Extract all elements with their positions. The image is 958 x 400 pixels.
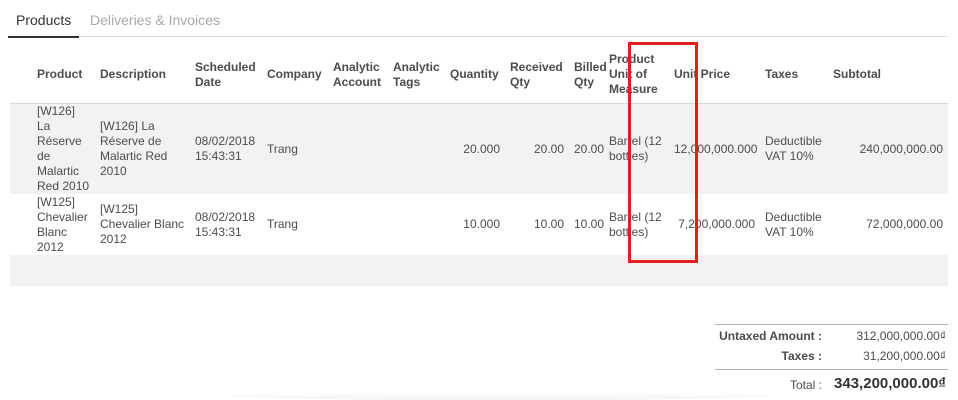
table-header-row: Product Description Scheduled Date Compa… [10, 46, 948, 104]
total-label: Total : [789, 378, 822, 392]
empty-row [10, 255, 948, 286]
column-header-quantity[interactable]: Quantity [445, 46, 505, 104]
cell-description: [W125] Chevalier Blanc 2012 [95, 194, 190, 255]
column-header-analytic-tags[interactable]: Analytic Tags [388, 46, 445, 104]
cell-unit-price: 12,000,000.000 [669, 103, 760, 194]
cell-analytic-account [328, 103, 388, 194]
cell-company: Trang [262, 103, 328, 194]
cell-subtotal: 240,000,000.00 [828, 103, 948, 194]
column-header-product[interactable]: Product [10, 46, 95, 104]
order-lines-table: Product Description Scheduled Date Compa… [10, 46, 948, 286]
purchase-order-lines: Products Deliveries & Invoices Product D… [0, 0, 958, 400]
cell-unit-price: 7,200,000.000 [669, 194, 760, 255]
cell-analytic-tags [388, 194, 445, 255]
empty-cell [10, 255, 948, 286]
cell-subtotal: 72,000,000.00 [828, 194, 948, 255]
column-header-analytic-account[interactable]: Analytic Account [328, 46, 388, 104]
cell-quantity: 20.000 [445, 103, 505, 194]
taxes-label: Taxes : [781, 349, 822, 363]
cell-description: [W126] La Réserve de Malartic Red 2010 [95, 103, 190, 194]
bottom-shadow [230, 392, 770, 400]
cell-product: [W125] Chevalier Blanc 2012 [10, 194, 95, 255]
cell-scheduled-date: 08/02/2018 15:43:31 [190, 103, 262, 194]
column-header-billed-qty[interactable]: Billed Qty [569, 46, 607, 104]
untaxed-amount-row: Untaxed Amount : 312,000,000.00₫ [715, 325, 948, 345]
totals-summary: Untaxed Amount : 312,000,000.00₫ Taxes :… [715, 324, 948, 396]
tab-products[interactable]: Products [8, 12, 80, 38]
column-header-uom[interactable]: Product Unit of Measure [604, 46, 669, 104]
column-header-subtotal[interactable]: Subtotal [828, 46, 948, 104]
cell-scheduled-date: 08/02/2018 15:43:31 [190, 194, 262, 255]
column-header-taxes[interactable]: Taxes [760, 46, 828, 104]
column-header-description[interactable]: Description [95, 46, 190, 104]
column-header-scheduled-date[interactable]: Scheduled Date [190, 46, 262, 104]
cell-product: [W126] La Réserve de Malartic Red 2010 [10, 103, 95, 194]
untaxed-amount-label: Untaxed Amount : [719, 329, 822, 343]
notebook-tabs: Products Deliveries & Invoices [8, 0, 948, 38]
taxes-value: 31,200,000.00₫ [863, 349, 946, 363]
cell-uom: Barrel (12 bottles) [604, 103, 669, 194]
column-header-company[interactable]: Company [262, 46, 328, 104]
cell-taxes: Deductible VAT 10% [760, 103, 828, 194]
cell-uom: Barrel (12 bottles) [604, 194, 669, 255]
cell-taxes: Deductible VAT 10% [760, 194, 828, 255]
total-row: Total : 343,200,000.00₫ [715, 369, 948, 396]
cell-analytic-tags [388, 103, 445, 194]
untaxed-amount-value: 312,000,000.00₫ [856, 329, 946, 343]
tab-deliveries-invoices[interactable]: Deliveries & Invoices [82, 12, 228, 36]
cell-billed-qty: 20.00 [569, 103, 604, 194]
cell-received-qty: 20.00 [505, 103, 569, 194]
cell-analytic-account [328, 194, 388, 255]
cell-company: Trang [262, 194, 328, 255]
cell-quantity: 10.000 [445, 194, 505, 255]
cell-received-qty: 10.00 [505, 194, 569, 255]
table-row[interactable]: [W126] La Réserve de Malartic Red 2010 [… [10, 103, 948, 194]
column-header-unit-price[interactable]: Unit Price [669, 46, 760, 104]
taxes-row: Taxes : 31,200,000.00₫ [715, 345, 948, 365]
total-value: 343,200,000.00₫ [834, 375, 946, 392]
cell-billed-qty: 10.00 [569, 194, 604, 255]
column-header-received-qty[interactable]: Received Qty [505, 46, 569, 104]
table-row[interactable]: [W125] Chevalier Blanc 2012 [W125] Cheva… [10, 194, 948, 255]
